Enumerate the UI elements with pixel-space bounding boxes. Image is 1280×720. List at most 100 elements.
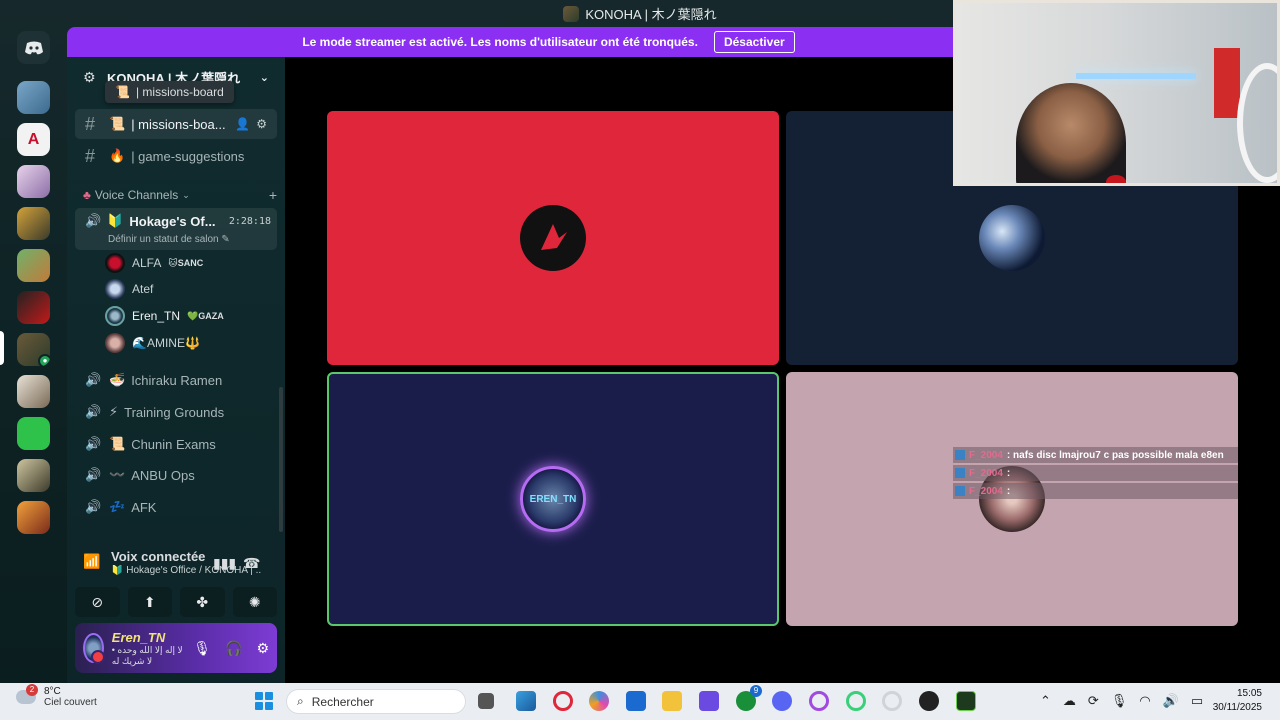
voice-channel-ichiraku[interactable]: 🔊 🍜 Ichiraku Ramen (75, 365, 277, 395)
pencil-icon: ✎ (221, 234, 230, 245)
voice-connected-channel[interactable]: 🔰 Hokage's Office / KONOHA | ... (111, 565, 261, 576)
channel-missions-board[interactable]: # 📜 | missions-boa... 👤 ⚙ (75, 109, 277, 139)
cloud-icon[interactable]: ☁ (1063, 693, 1076, 709)
text-channel-icon: # (85, 113, 96, 134)
chat-message: : nafs disc lmajrou7 c pas possible mala… (1006, 449, 1224, 461)
headphones-icon[interactable]: 🎧 (225, 640, 242, 657)
noise-suppression-icon[interactable]: ▮▮▮ (213, 555, 236, 572)
microphone-icon[interactable]: 🎙 (1111, 693, 1128, 709)
voice-member[interactable]: 🌊AMINE🔱 (105, 331, 200, 355)
channel-tools: 👤 ⚙ (235, 117, 267, 131)
server-icon-10[interactable] (17, 459, 50, 492)
opera-green-icon[interactable] (846, 691, 866, 711)
store-icon[interactable] (626, 691, 646, 711)
task-view-icon[interactable] (478, 693, 494, 709)
voice-channel-chunin[interactable]: 🔊 📜 Chunin Exams (75, 429, 277, 459)
opera-white-icon[interactable] (882, 691, 902, 711)
webcam-overlay (953, 0, 1280, 186)
user-avatar[interactable] (83, 633, 105, 664)
battery-icon[interactable]: ▭ (1191, 693, 1203, 709)
server-icon-9[interactable] (17, 417, 50, 450)
voice-category[interactable]: ♣ Voice Channels ⌄ + (83, 187, 277, 203)
discord-taskbar-icon[interactable] (772, 691, 792, 711)
voice-member[interactable]: Atef (105, 277, 153, 301)
server-icon-4[interactable] (17, 207, 50, 240)
add-channel-icon[interactable]: + (269, 187, 277, 203)
voice-member[interactable]: ALFA 🐱SANC (105, 251, 203, 275)
voice-action-buttons: ⊘ ⬆ ✤ ✺ (75, 587, 277, 617)
sync-icon[interactable]: ⟳ (1088, 693, 1099, 709)
windows-start-icon[interactable] (255, 692, 273, 710)
tooltip-emoji: 📜 (115, 85, 130, 99)
server-icon-6[interactable] (17, 291, 50, 324)
voice-channel-training[interactable]: 🔊 ⚡ Training Grounds (75, 397, 277, 427)
volume-icon[interactable]: 🔊 (1163, 693, 1179, 709)
chevron-down-icon: ⌄ (182, 189, 190, 200)
member-tag: 🐱SANC (168, 257, 204, 268)
proton-icon[interactable] (699, 691, 719, 711)
banner-text: Le mode streamer est activé. Les noms d'… (302, 35, 698, 49)
xbox-icon[interactable]: 9 (736, 685, 762, 711)
server-icon-1[interactable] (17, 81, 50, 114)
taskbar-clock[interactable]: 15:05 30/11/2025 (1213, 687, 1262, 715)
file-explorer-icon[interactable] (662, 691, 682, 711)
opera-icon[interactable] (553, 691, 573, 711)
weather-widget[interactable]: 2 8°C Ciel couvert (16, 684, 97, 708)
voice-member[interactable]: Eren_TN 💚GAZA (105, 304, 224, 328)
channel-name: Chunin Exams (131, 436, 216, 452)
voice-connected-title: Voix connectée (111, 549, 206, 564)
windows-taskbar: 2 8°C Ciel couvert ⌕ Rechercher 9 ⌃ ☁ ⟳ (0, 683, 1280, 720)
chat-overlay-line: F_2004 : (953, 465, 1238, 481)
chevron-up-icon[interactable]: ⌃ (1040, 693, 1051, 709)
server-icon-3[interactable] (17, 165, 50, 198)
camera-off-button[interactable]: ⊘ (75, 587, 120, 617)
wifi-icon[interactable]: ◠ (1139, 693, 1150, 709)
participant-tile-alfa[interactable] (327, 111, 779, 365)
user-settings-icon[interactable]: ⚙ (256, 640, 269, 657)
chevron-down-icon: ⌄ (259, 71, 269, 84)
server-icon-5[interactable] (17, 249, 50, 282)
microphone-icon[interactable]: 🎙 (193, 640, 211, 657)
member-name: Eren_TN (132, 309, 181, 323)
voice-channel-hokage-office[interactable]: 🔊 🔰 Hokage's Of... 2:28:18 Définir un st… (75, 208, 277, 250)
set-status-link[interactable]: Définir un statut de salon ✎ (108, 234, 230, 245)
sidebar-scrollbar[interactable] (279, 387, 283, 532)
activities-button[interactable]: ✤ (180, 587, 225, 617)
voice-channel-anbu[interactable]: 🔊 〰️ ANBU Ops (75, 460, 277, 490)
chat-username: F_2004 (969, 467, 1003, 479)
channel-settings-icon[interactable]: ⚙ (256, 117, 267, 131)
disable-streamer-button[interactable]: Désactiver (713, 31, 795, 53)
user-panel: Eren_TN • لا إله إلا الله وحده لا شريك ل… (75, 623, 277, 673)
server-settings-icon: ⚙ (83, 69, 96, 85)
avatar (105, 253, 125, 273)
taskbar-search[interactable]: ⌕ Rechercher (286, 689, 466, 714)
window-title: KONOHA | 木ノ葉隠れ (585, 7, 717, 22)
server-icon-11[interactable] (17, 501, 50, 534)
discord-home-icon[interactable] (17, 31, 50, 64)
obs-icon[interactable] (919, 691, 939, 711)
soundboard-button[interactable]: ✺ (232, 587, 277, 617)
streaming-app-icon[interactable] (956, 691, 976, 711)
category-icon: ♣ (83, 188, 91, 202)
participant-tile-eren[interactable]: EREN_TN (327, 372, 779, 626)
copilot-icon[interactable] (589, 691, 609, 711)
chat-platform-icon (955, 486, 965, 496)
widgets-icon[interactable] (516, 691, 536, 711)
server-badge: ● (38, 354, 50, 366)
add-member-icon[interactable]: 👤 (235, 117, 250, 131)
disconnect-icon[interactable]: ☎ (243, 555, 260, 572)
chat-message: : (1006, 485, 1011, 497)
opera-gx-icon[interactable] (809, 691, 829, 711)
channel-emoji: 〰️ (109, 467, 126, 482)
channel-emoji: ⚡ (109, 404, 119, 419)
channel-game-suggestions[interactable]: # 🔥 | game-suggestions (75, 141, 277, 171)
server-icon-2[interactable]: A (17, 123, 50, 156)
konoha-server-icon[interactable]: ● (17, 333, 50, 366)
signal-icon[interactable]: 📶 (83, 553, 100, 570)
server-icon-8[interactable] (17, 375, 50, 408)
screen-share-button[interactable]: ⬆ (127, 587, 172, 617)
selected-server-pill (0, 331, 4, 365)
server-icon (563, 5, 580, 22)
participant-tile-amine[interactable] (786, 372, 1238, 626)
voice-channel-afk[interactable]: 🔊 💤 AFK (75, 492, 277, 522)
